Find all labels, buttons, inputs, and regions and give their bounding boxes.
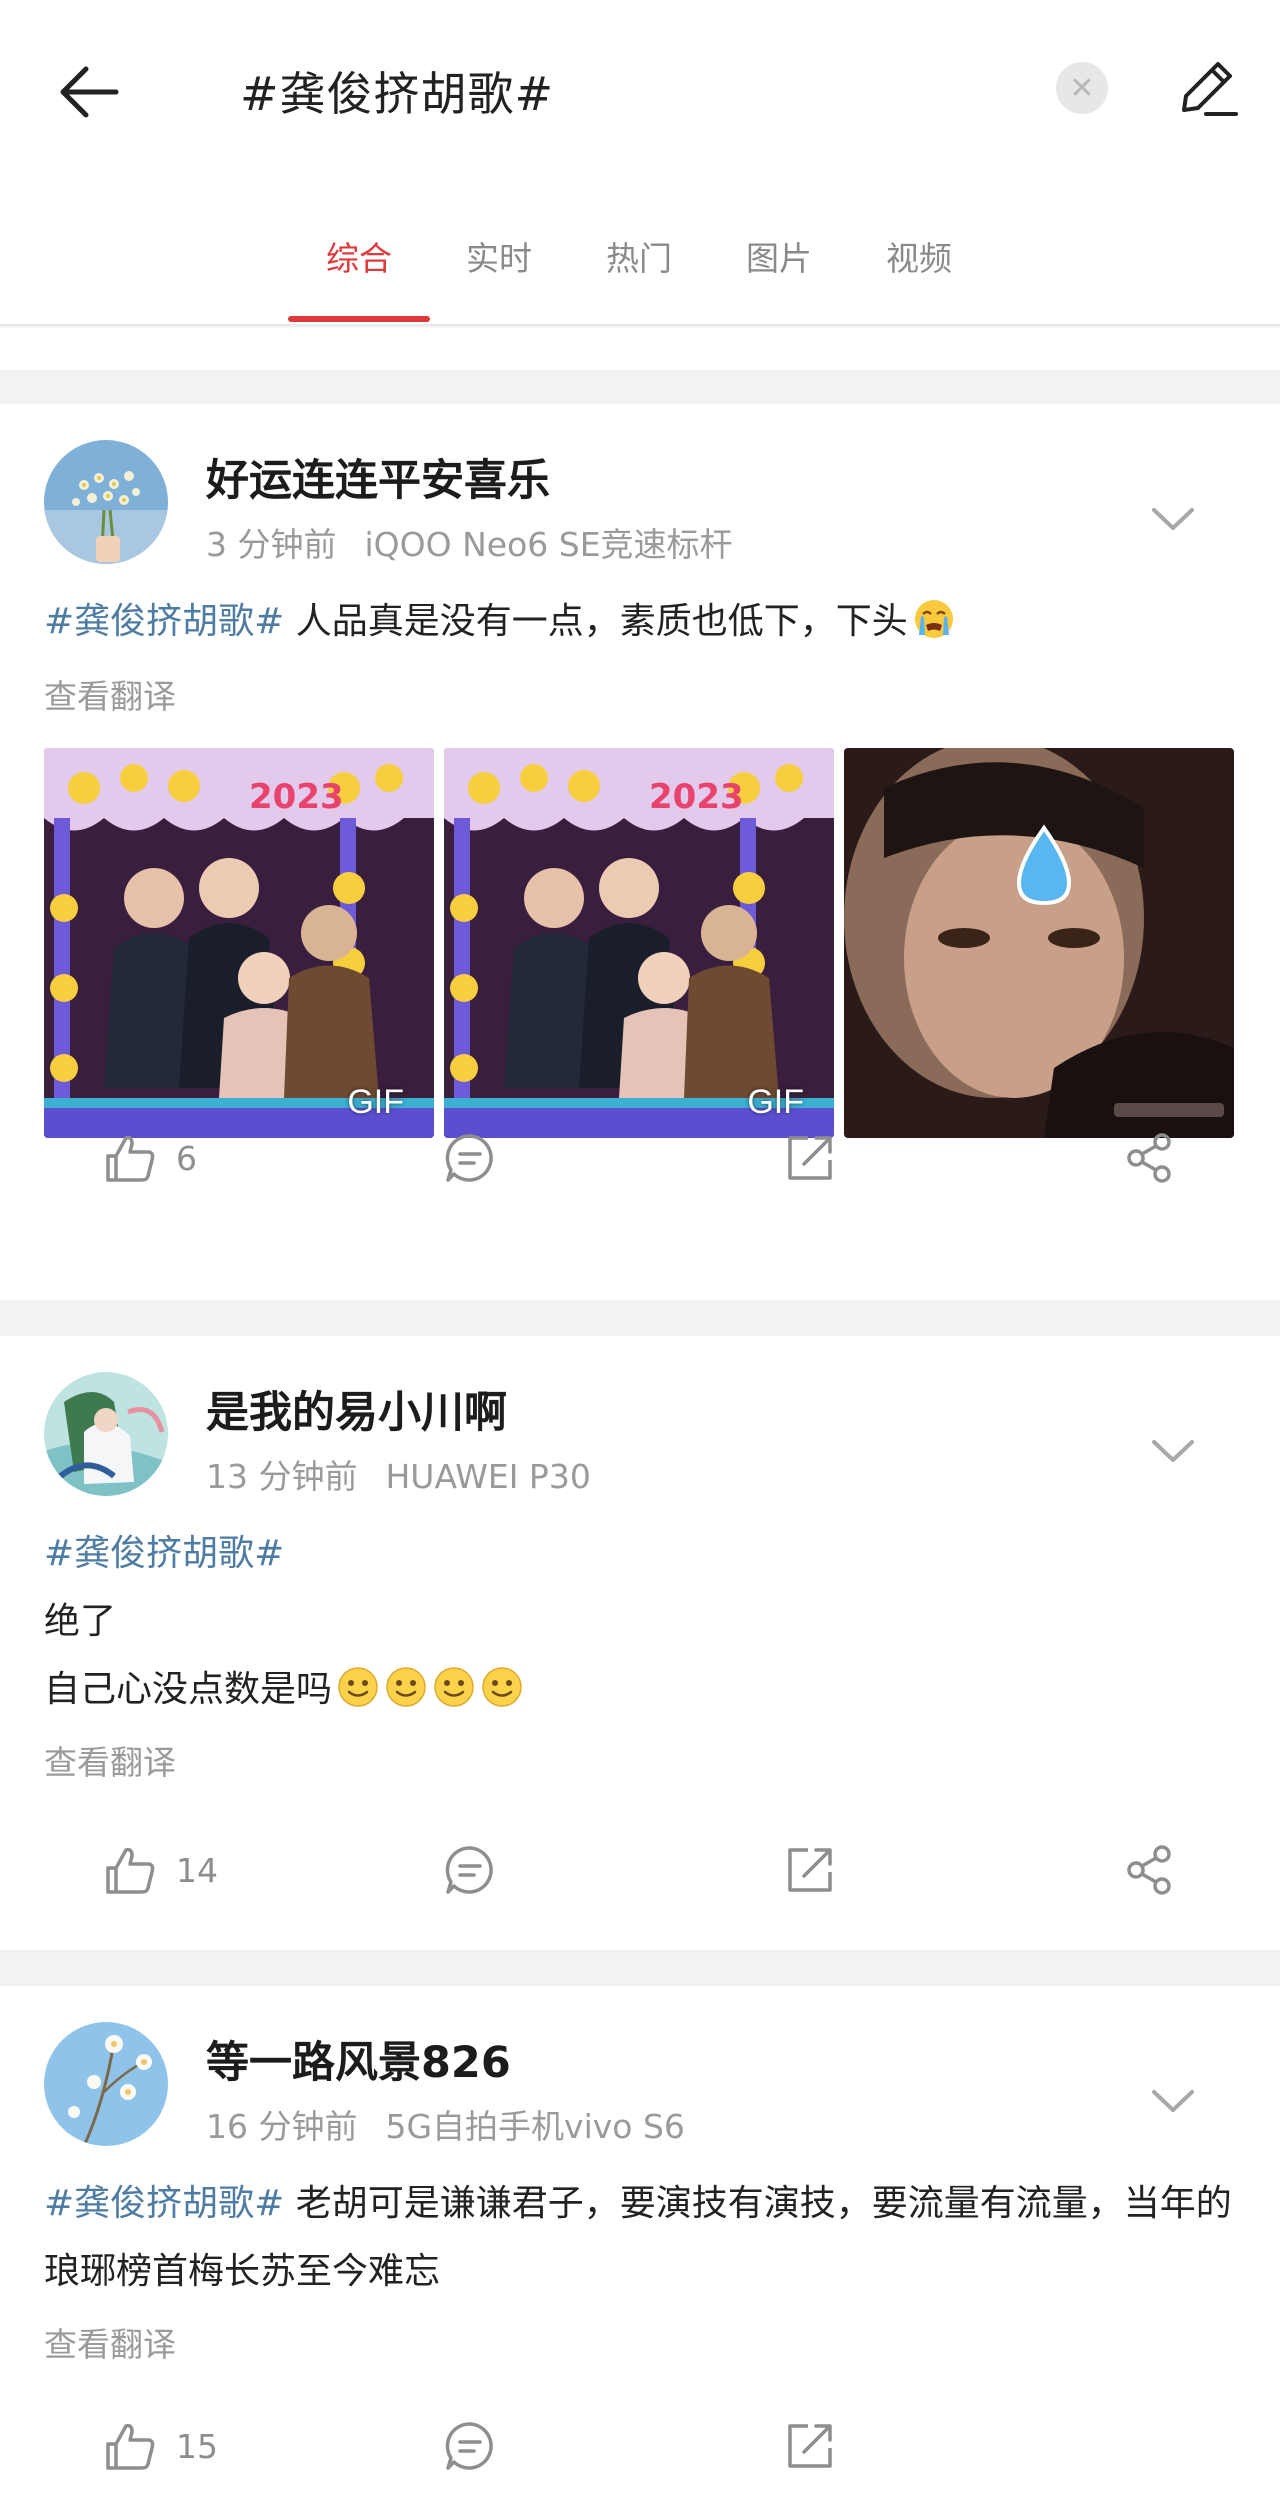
post-actions: 6 xyxy=(0,1118,1280,1198)
gif-badge: GIF xyxy=(747,1083,804,1121)
post-actions: 15 xyxy=(0,2406,1280,2486)
tab-comprehensive[interactable]: 综合 xyxy=(326,232,392,280)
post-device: iQOO Neo6 SE竞速标杆 xyxy=(364,525,733,564)
feed-post: 好运连连平安喜乐 3 分钟前 iQOO Neo6 SE竞速标杆 #龚俊挤胡歌# 人… xyxy=(0,404,1280,1300)
post-image-gif[interactable]: 2023 GIF xyxy=(44,748,434,1138)
post-meta: 13 分钟前 HUAWEI P30 xyxy=(206,1450,591,1498)
comment-button[interactable] xyxy=(442,1118,498,1198)
like-count: 15 xyxy=(176,2426,218,2466)
share-out-icon xyxy=(788,1848,832,1892)
tab-images[interactable]: 图片 xyxy=(746,232,812,280)
like-button[interactable]: 14 xyxy=(102,1830,218,1910)
post-meta: 3 分钟前 iQOO Neo6 SE竞速标杆 xyxy=(206,518,733,566)
post-image[interactable] xyxy=(844,748,1234,1138)
like-button[interactable]: 6 xyxy=(102,1118,197,1198)
comment-button[interactable] xyxy=(442,2406,498,2486)
like-count: 14 xyxy=(176,1850,218,1890)
post-actions: 14 xyxy=(0,1830,1280,1910)
post-text: #龚俊挤胡歌# 老胡可是谦谦君子，要演技有演技，要流量有流量，当年的琅琊榜首梅长… xyxy=(44,2183,1232,2292)
search-header: #龚俊挤胡歌# ✕ 综合 实时 热门 图片 视频 xyxy=(0,0,1280,328)
hashtag-link[interactable]: #龚俊挤胡歌# xyxy=(44,601,284,642)
view-translation-link[interactable]: 查看翻译 xyxy=(44,670,176,718)
share-button[interactable] xyxy=(1122,1118,1178,1198)
header-divider xyxy=(0,324,1280,328)
image-year-text: 2023 xyxy=(249,777,344,817)
search-tabs: 综合 实时 热门 图片 视频 xyxy=(0,220,1280,320)
active-tab-indicator xyxy=(288,316,430,322)
share-nodes-icon xyxy=(1127,1845,1171,1895)
feed-post: 等一路风景826 16 分钟前 5G自拍手机vivo S6 #龚俊挤胡歌# 老胡可… xyxy=(0,1986,1280,2507)
tab-realtime[interactable]: 实时 xyxy=(466,232,532,280)
post-time: 13 分钟前 xyxy=(206,1457,358,1496)
hashtag-link[interactable]: #龚俊挤胡歌# xyxy=(44,2183,284,2224)
like-count: 6 xyxy=(176,1138,197,1178)
back-arrow-icon[interactable] xyxy=(50,52,130,132)
section-separator xyxy=(0,1950,1280,1986)
post-text: #龚俊挤胡歌# 绝了 自己心没点数是吗 xyxy=(44,1520,1244,1724)
chevron-down-icon[interactable] xyxy=(1148,2086,1198,2116)
feed-post: 是我的易小川啊 13 分钟前 HUAWEI P30 #龚俊挤胡歌# 绝了 自己心没… xyxy=(0,1336,1280,1950)
repost-button[interactable] xyxy=(782,1830,838,1910)
thumbs-up-icon xyxy=(106,1135,155,1182)
comment-button[interactable] xyxy=(442,1830,498,1910)
avatar[interactable] xyxy=(44,1372,168,1496)
share-button[interactable] xyxy=(1122,1830,1178,1910)
smile-emoji-icon xyxy=(338,1667,378,1707)
repost-button[interactable] xyxy=(782,1118,838,1198)
share-out-icon xyxy=(788,1136,832,1180)
thumbs-up-icon xyxy=(106,1847,155,1894)
comment-icon xyxy=(445,1846,493,1894)
tab-videos[interactable]: 视频 xyxy=(886,232,952,280)
post-device: 5G自拍手机vivo S6 xyxy=(385,2107,685,2146)
section-separator xyxy=(0,370,1280,404)
username[interactable]: 好运连连平安喜乐 xyxy=(206,446,550,508)
search-query-text[interactable]: #龚俊挤胡歌# xyxy=(240,58,554,124)
post-image-gif[interactable]: 2023 GIF xyxy=(444,748,834,1138)
username[interactable]: 等一路风景826 xyxy=(206,2028,511,2090)
post-time: 16 分钟前 xyxy=(206,2107,358,2146)
post-meta: 16 分钟前 5G自拍手机vivo S6 xyxy=(206,2100,685,2148)
hashtag-link[interactable]: #龚俊挤胡歌# xyxy=(44,1533,284,1574)
chevron-down-icon[interactable] xyxy=(1148,1436,1198,1466)
section-separator xyxy=(0,1300,1280,1336)
post-device: HUAWEI P30 xyxy=(385,1457,591,1496)
clear-search-icon[interactable]: ✕ xyxy=(1056,62,1108,114)
avatar[interactable] xyxy=(44,440,168,564)
image-year-text: 2023 xyxy=(649,777,744,817)
comment-icon xyxy=(445,1134,493,1182)
comment-icon xyxy=(445,2422,493,2470)
compose-pencil-icon[interactable] xyxy=(1170,52,1242,124)
avatar[interactable] xyxy=(44,2022,168,2146)
share-out-icon xyxy=(788,2424,832,2468)
like-button[interactable]: 15 xyxy=(102,2406,218,2486)
smile-emoji-icon xyxy=(482,1667,522,1707)
username[interactable]: 是我的易小川啊 xyxy=(206,1378,507,1440)
post-text-line: 自己心没点数是吗 xyxy=(44,1656,1244,1724)
smile-emoji-icon xyxy=(434,1667,474,1707)
thumbs-up-icon xyxy=(106,2423,155,2470)
tab-hot[interactable]: 热门 xyxy=(606,232,672,280)
post-text-line: 绝了 xyxy=(44,1601,117,1642)
repost-button[interactable] xyxy=(782,2406,838,2486)
view-translation-link[interactable]: 查看翻译 xyxy=(44,2318,176,2366)
gif-badge: GIF xyxy=(347,1083,404,1121)
share-nodes-icon xyxy=(1127,1133,1171,1183)
smile-emoji-icon xyxy=(386,1667,426,1707)
post-time: 3 分钟前 xyxy=(206,525,337,564)
view-translation-link[interactable]: 查看翻译 xyxy=(44,1736,176,1784)
chevron-down-icon[interactable] xyxy=(1148,504,1198,534)
post-text: #龚俊挤胡歌# 人品真是没有一点，素质也低下，下头 xyxy=(44,588,1244,656)
tears-emoji-icon xyxy=(914,600,953,638)
